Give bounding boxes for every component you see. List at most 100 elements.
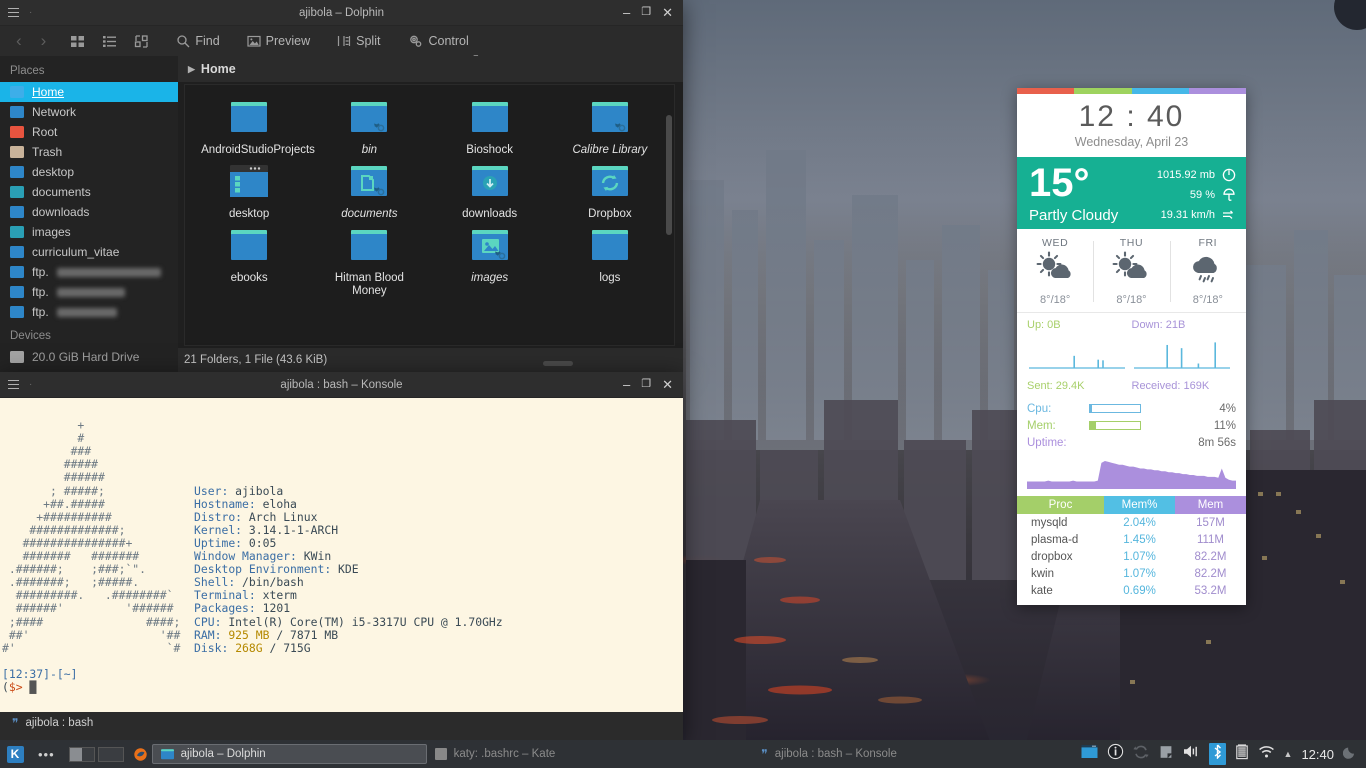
forecast-day-label: FRI — [1198, 237, 1218, 249]
file-item[interactable]: downloads — [430, 157, 550, 221]
expand-arrow-icon[interactable]: ▲ — [1284, 749, 1293, 759]
pager-desktop-1[interactable] — [68, 746, 95, 762]
file-item[interactable]: Bioshock — [430, 93, 550, 157]
places-item-ftp[interactable]: ftp. — [0, 262, 178, 282]
places-item-network[interactable]: Network — [0, 102, 178, 122]
process-mem-percent: 2.04% — [1123, 516, 1156, 529]
wifi-icon[interactable] — [1258, 745, 1275, 764]
sync-icon[interactable] — [1132, 744, 1149, 765]
file-item[interactable]: desktop — [189, 157, 309, 221]
close-icon[interactable]: ✕ — [662, 6, 673, 19]
taskbar-item-kate[interactable]: katy: .bashrc – Kate — [427, 744, 564, 764]
file-item[interactable]: documents — [309, 157, 429, 221]
info-icon[interactable] — [1107, 743, 1124, 765]
file-grid[interactable]: AndroidStudioProjects bin Bioshock Calibre … — [185, 85, 674, 298]
details-view-icon[interactable] — [95, 31, 124, 52]
file-item[interactable]: Dropbox — [550, 157, 670, 221]
places-item-root[interactable]: Root — [0, 122, 178, 142]
desktop-pager[interactable] — [63, 746, 130, 762]
preview-button[interactable]: Preview — [240, 31, 317, 51]
taskbar[interactable]: K ••• ajibola – Dolphin katy: .bashrc – … — [0, 740, 1366, 768]
back-button[interactable]: ‹ — [8, 31, 30, 51]
dolphin-toolbar[interactable]: ‹ › Find Preview Split Control ▼ — [0, 26, 683, 62]
file-item[interactable]: Hitman Blood Money — [309, 221, 429, 298]
konsole-tabbar[interactable]: ❞ ajibola : bash — [0, 712, 683, 734]
konsole-icon: ❞ — [761, 747, 768, 761]
mem-bar — [1089, 421, 1141, 430]
volume-icon[interactable] — [1183, 744, 1200, 764]
places-item-trash[interactable]: Trash — [0, 142, 178, 162]
file-item[interactable]: Calibre Library — [550, 93, 670, 157]
dolphin-file-area[interactable]: ▶ Home AndroidStudioProjects bin Bioshock C… — [178, 56, 683, 372]
places-item-home[interactable]: Home — [0, 82, 178, 102]
menu-icon[interactable] — [8, 8, 19, 17]
forecast-temps: 8°/18° — [1192, 294, 1223, 306]
folder-icon — [351, 230, 388, 260]
vertical-scrollbar[interactable] — [666, 115, 672, 235]
places-list[interactable]: Home Network Root Trash desktop documents down… — [0, 82, 178, 322]
file-item[interactable]: ebooks — [189, 221, 309, 298]
maximize-icon[interactable]: ❐ — [641, 379, 651, 390]
application-launcher-button[interactable]: K — [0, 740, 30, 768]
battery-icon[interactable] — [1235, 743, 1249, 765]
places-item-curriculum-vitae[interactable]: curriculum_vitae — [0, 242, 178, 262]
bluetooth-icon[interactable] — [1208, 743, 1226, 765]
redacted-text — [56, 267, 161, 277]
breadcrumb[interactable]: ▶ Home — [178, 56, 683, 82]
places-item-documents[interactable]: documents — [0, 182, 178, 202]
taskbar-item-label: katy: .bashrc – Kate — [453, 748, 556, 760]
minimize-icon[interactable]: ‒ — [623, 378, 630, 391]
konsole-window-buttons[interactable]: ‒ ❐ ✕ — [623, 378, 683, 391]
zoom-slider[interactable] — [543, 361, 573, 366]
konsole-tab[interactable]: ❞ ajibola : bash — [0, 712, 105, 734]
file-item[interactable]: images — [430, 221, 550, 298]
dolphin-window-buttons[interactable]: ‒ ❐ ✕ — [623, 6, 683, 19]
taskbar-clock[interactable]: 12:40 — [1301, 747, 1334, 762]
find-button[interactable]: Find — [169, 31, 226, 51]
place-icon — [10, 146, 24, 158]
file-item-label: downloads — [462, 208, 518, 220]
menu-icon[interactable] — [8, 380, 19, 389]
sort-icon[interactable] — [127, 31, 156, 52]
clock-time: 12 : 40 — [1078, 100, 1185, 133]
file-item[interactable]: bin — [309, 93, 429, 157]
control-button[interactable]: Control ▼ — [400, 30, 480, 62]
taskbar-item-dolphin[interactable]: ajibola – Dolphin — [151, 744, 427, 764]
process-row: dropbox 1.07% 82.2M — [1017, 548, 1246, 565]
pressure-icon — [1222, 168, 1236, 182]
moon-icon[interactable] — [1342, 744, 1358, 764]
dolphin-window[interactable]: · ajibola – Dolphin ‒ ❐ ✕ ‹ › Find Previ… — [0, 0, 683, 372]
places-item-images[interactable]: images — [0, 222, 178, 242]
places-item-downloads[interactable]: downloads — [0, 202, 178, 222]
widget-handle-icon[interactable]: ••• — [30, 747, 63, 762]
file-item[interactable]: logs — [550, 221, 670, 298]
konsole-window-title: ajibola : bash – Konsole — [280, 378, 403, 391]
folder-icon — [591, 102, 628, 132]
places-item-ftp[interactable]: ftp. — [0, 302, 178, 322]
firefox-launcher-icon[interactable] — [130, 747, 152, 762]
system-tray[interactable]: ▲ 12:40 — [1081, 743, 1366, 765]
places-item-hard-drive[interactable]: 20.0 GiB Hard Drive — [0, 347, 178, 367]
taskbar-item-label: ajibola : bash – Konsole — [774, 748, 897, 760]
konsole-window[interactable]: · ajibola : bash – Konsole ‒ ❐ ✕ + # ###… — [0, 372, 683, 740]
dolphin-titlebar[interactable]: · ajibola – Dolphin ‒ ❐ ✕ — [0, 0, 683, 26]
file-grid-container[interactable]: AndroidStudioProjects bin Bioshock Calibre … — [184, 84, 675, 346]
terminal-output[interactable]: + # ### ##### ###### ; #####; User: ajib… — [0, 398, 683, 712]
file-item[interactable]: AndroidStudioProjects — [189, 93, 315, 157]
taskbar-item-konsole[interactable]: ❞ ajibola : bash – Konsole — [753, 744, 905, 764]
maximize-icon[interactable]: ❐ — [641, 7, 651, 18]
dolphin-window-title: ajibola – Dolphin — [298, 6, 385, 19]
device-icon[interactable] — [1158, 744, 1174, 765]
forward-button[interactable]: › — [33, 31, 55, 51]
places-item-ftp[interactable]: ftp. — [0, 282, 178, 302]
minimize-icon[interactable]: ‒ — [623, 6, 630, 19]
weather-panel: 15° Partly Cloudy 1015.92 mb 59 % 19.31 … — [1017, 157, 1246, 229]
pager-desktop-2[interactable] — [97, 746, 124, 762]
places-panel[interactable]: Places Home Network Root Trash desktop docume… — [0, 56, 178, 372]
clipboard-icon[interactable] — [1081, 744, 1098, 764]
split-button[interactable]: Split — [330, 31, 387, 51]
icons-view-icon[interactable] — [63, 31, 92, 52]
places-item-desktop[interactable]: desktop — [0, 162, 178, 182]
konsole-titlebar[interactable]: · ajibola : bash – Konsole ‒ ❐ ✕ — [0, 372, 683, 398]
close-icon[interactable]: ✕ — [662, 378, 673, 391]
